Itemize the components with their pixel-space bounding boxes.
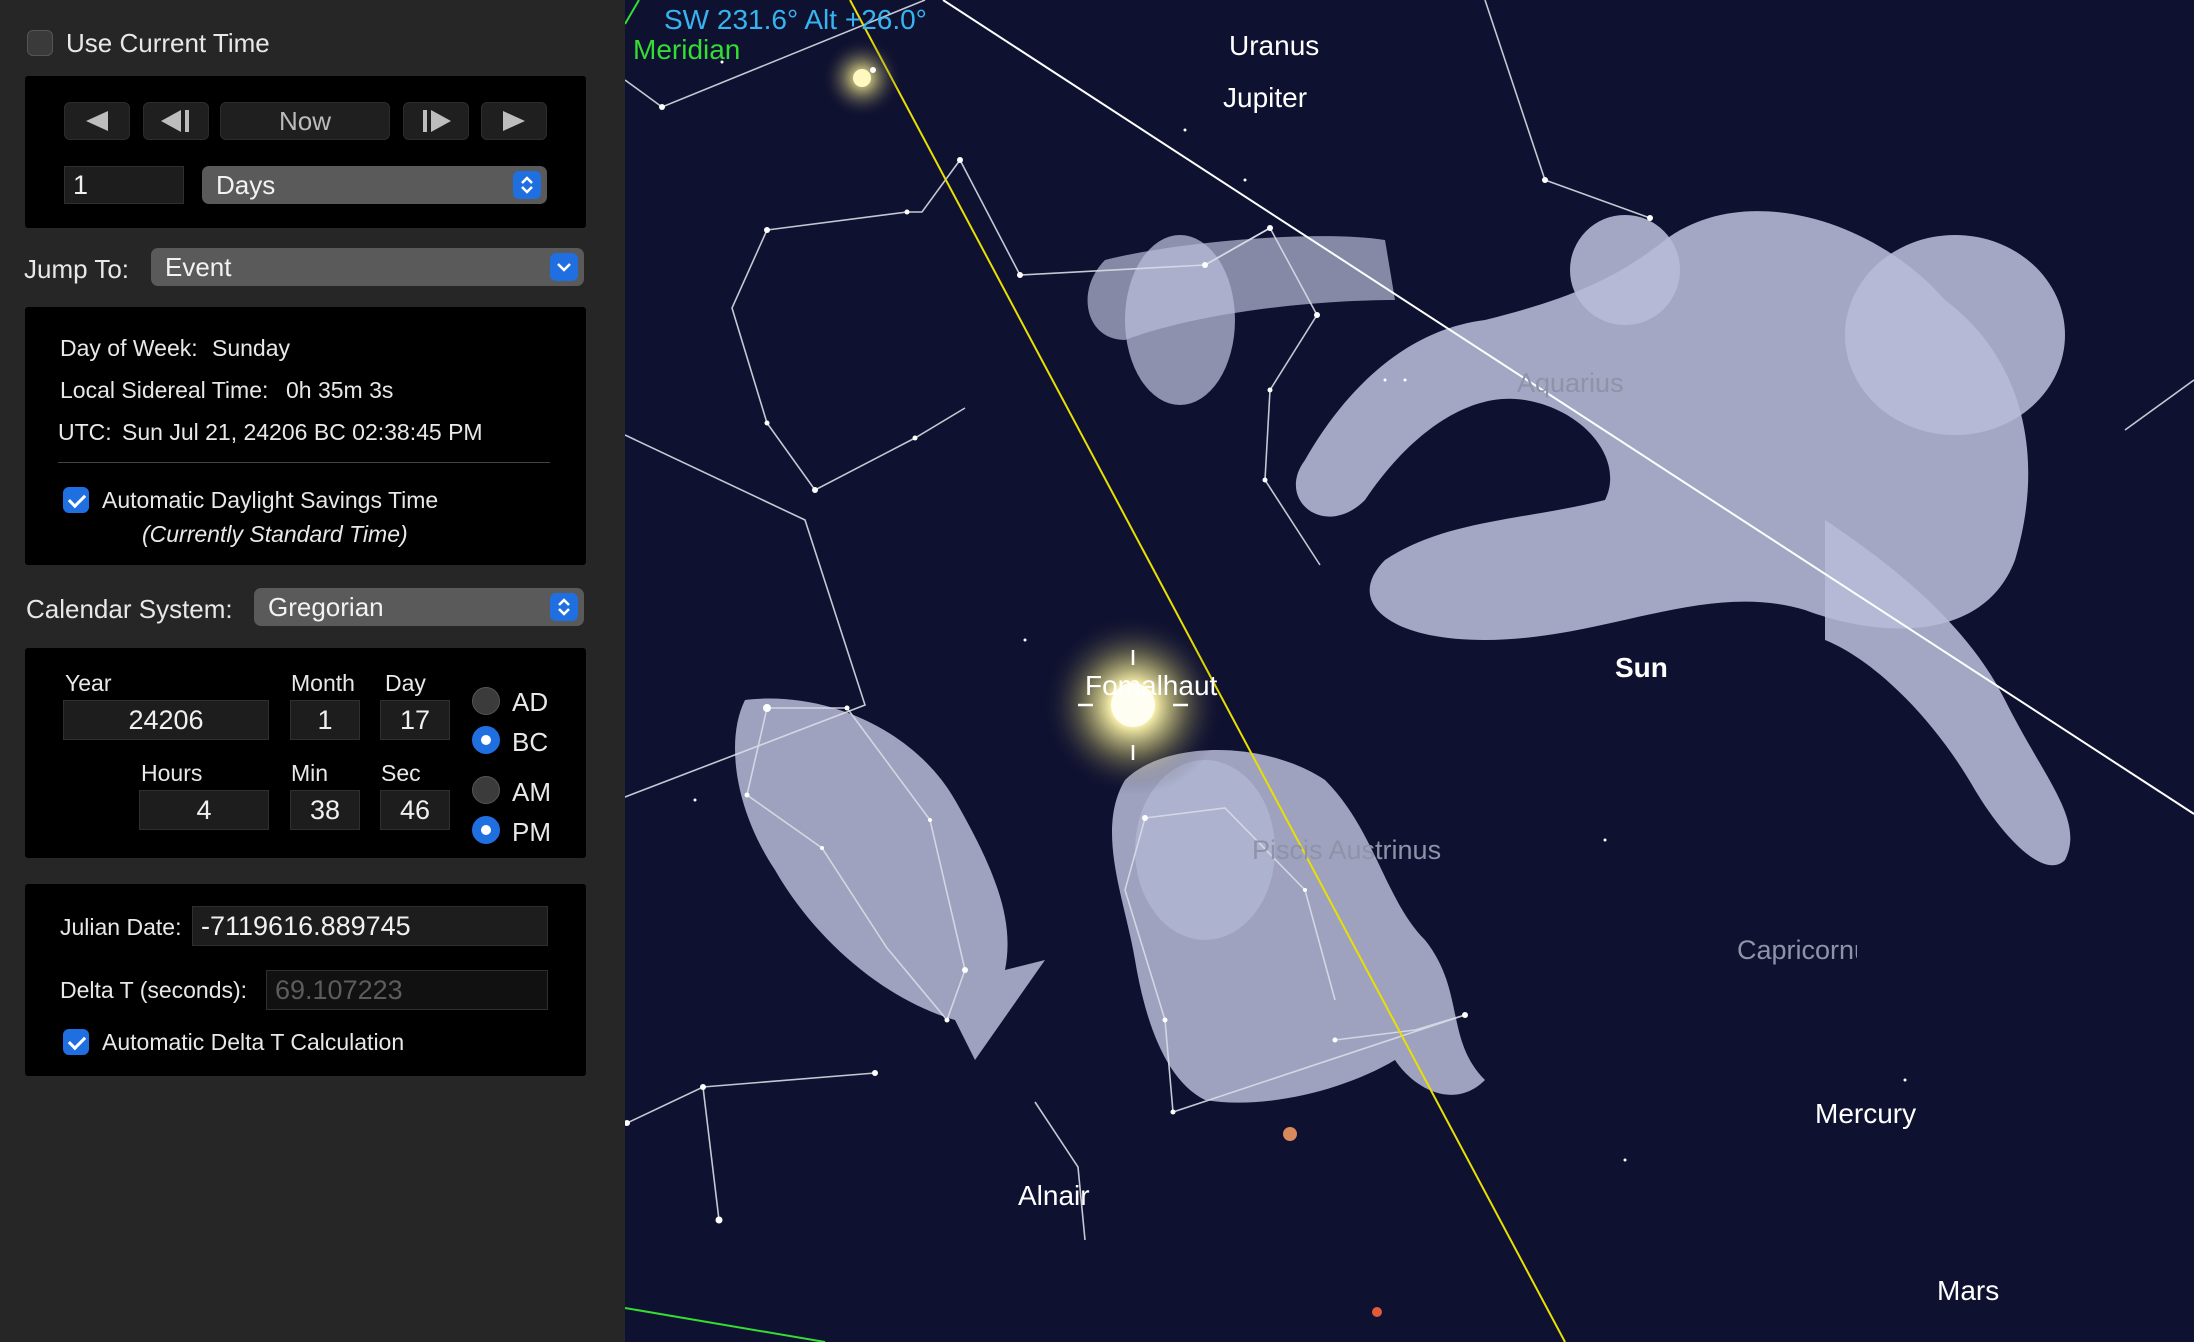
jump-to-label: Jump To: [24,254,130,284]
piscis-austrinus-label: Piscis Austrinus [1252,835,1442,865]
calendar-system-popup[interactable]: Gregorian [254,588,584,626]
month-field[interactable]: 1 [290,700,360,740]
sun-body [1043,615,1223,795]
day-label: Day [385,670,426,696]
fomalhaut-label[interactable]: Fomalhaut [1085,670,1217,702]
meridian-line [625,0,826,1342]
era-bc-label: BC [512,727,549,757]
era-ad-radio[interactable] [472,687,500,715]
delta-t-label: Delta T (seconds): [60,977,248,1003]
calendar-system-value: Gregorian [268,591,384,622]
time-control-panel: Use Current Time Now 1 Days Jump To: Eve… [0,0,626,1342]
am-label: AM [512,777,551,807]
sec-label: Sec [381,760,421,786]
daylight-savings-status: (Currently Standard Time) [142,521,408,547]
era-bc-radio[interactable] [472,726,500,754]
step-back-fast-button[interactable] [64,102,130,140]
alnair-label[interactable]: Alnair [1018,1180,1090,1212]
sky-chart-view[interactable]: SW 231.6° Alt +26.0° Meridian Uranus Jup… [625,0,2194,1342]
step-unit-value: Days [216,169,276,200]
hours-label: Hours [141,760,203,786]
day-of-week-label: Day of Week: [60,335,198,361]
day-of-week-value: Sunday [212,335,291,361]
step-forward-button[interactable] [403,102,469,140]
utc-value: Sun Jul 21, 24206 BC 02:38:45 PM [122,419,483,445]
day-field[interactable]: 17 [380,700,450,740]
utc-label: UTC: [58,419,112,445]
sidereal-time-value: 0h 35m 3s [286,377,394,403]
step-forward-icon [423,110,451,132]
sun-label[interactable]: Sun [1615,652,1668,684]
use-current-time-label: Use Current Time [66,28,270,58]
divider [58,462,550,463]
jupiter-planet [822,38,902,118]
jump-to-value: Event [165,251,232,282]
pm-label: PM [512,817,551,847]
piscis-austrinus-figure [735,698,1045,1060]
mars-label[interactable]: Mars [1937,1275,1999,1307]
updown-arrows-icon [550,593,578,621]
jupiter-label[interactable]: Jupiter [1223,82,1307,114]
play-back-icon [86,111,108,131]
auto-delta-t-label: Automatic Delta T Calculation [102,1029,405,1055]
use-current-time-checkbox[interactable] [27,30,53,56]
step-unit-popup[interactable]: Days [202,166,547,204]
step-value-field[interactable]: 1 [64,166,184,204]
delta-t-field[interactable]: 69.107223 [266,970,548,1010]
sidereal-time-label: Local Sidereal Time: [60,377,269,403]
jump-to-popup[interactable]: Event [151,248,584,286]
mercury-planet [1283,1127,1297,1141]
julian-date-label: Julian Date: [60,914,182,940]
chevron-down-icon [550,253,578,281]
daylight-savings-label: Automatic Daylight Savings Time [102,487,439,513]
aquarius-label: Aquarius [1517,368,1624,398]
uranus-planet [870,67,876,73]
updown-arrows-icon [513,171,541,199]
mars-planet [1372,1307,1382,1317]
step-forward-fast-button[interactable] [481,102,547,140]
min-label: Min [291,760,329,786]
uranus-label[interactable]: Uranus [1229,30,1319,62]
step-controls-box [25,76,586,228]
now-button[interactable]: Now [220,102,390,140]
sec-field[interactable]: 46 [380,790,450,830]
auto-delta-t-checkbox[interactable] [63,1029,89,1055]
mercury-label[interactable]: Mercury [1815,1098,1916,1130]
meridian-label: Meridian [633,34,741,65]
play-forward-icon [503,111,525,131]
year-field[interactable]: 24206 [63,700,269,740]
step-back-button[interactable] [143,102,209,140]
min-field[interactable]: 38 [290,790,360,830]
direction-readout: SW 231.6° Alt +26.0° [664,4,927,35]
month-label: Month [291,670,355,696]
era-ad-label: AD [512,687,549,717]
capricornus-label: Capricornus [1737,935,1857,965]
sky-map [625,0,2194,1342]
calendar-system-label: Calendar System: [26,594,233,624]
julian-date-field[interactable]: -7119616.889745 [192,906,548,946]
pm-radio[interactable] [472,816,500,844]
hours-field[interactable]: 4 [139,790,269,830]
year-label: Year [65,670,112,696]
am-radio[interactable] [472,776,500,804]
daylight-savings-checkbox[interactable] [63,487,89,513]
step-back-icon [161,110,189,132]
